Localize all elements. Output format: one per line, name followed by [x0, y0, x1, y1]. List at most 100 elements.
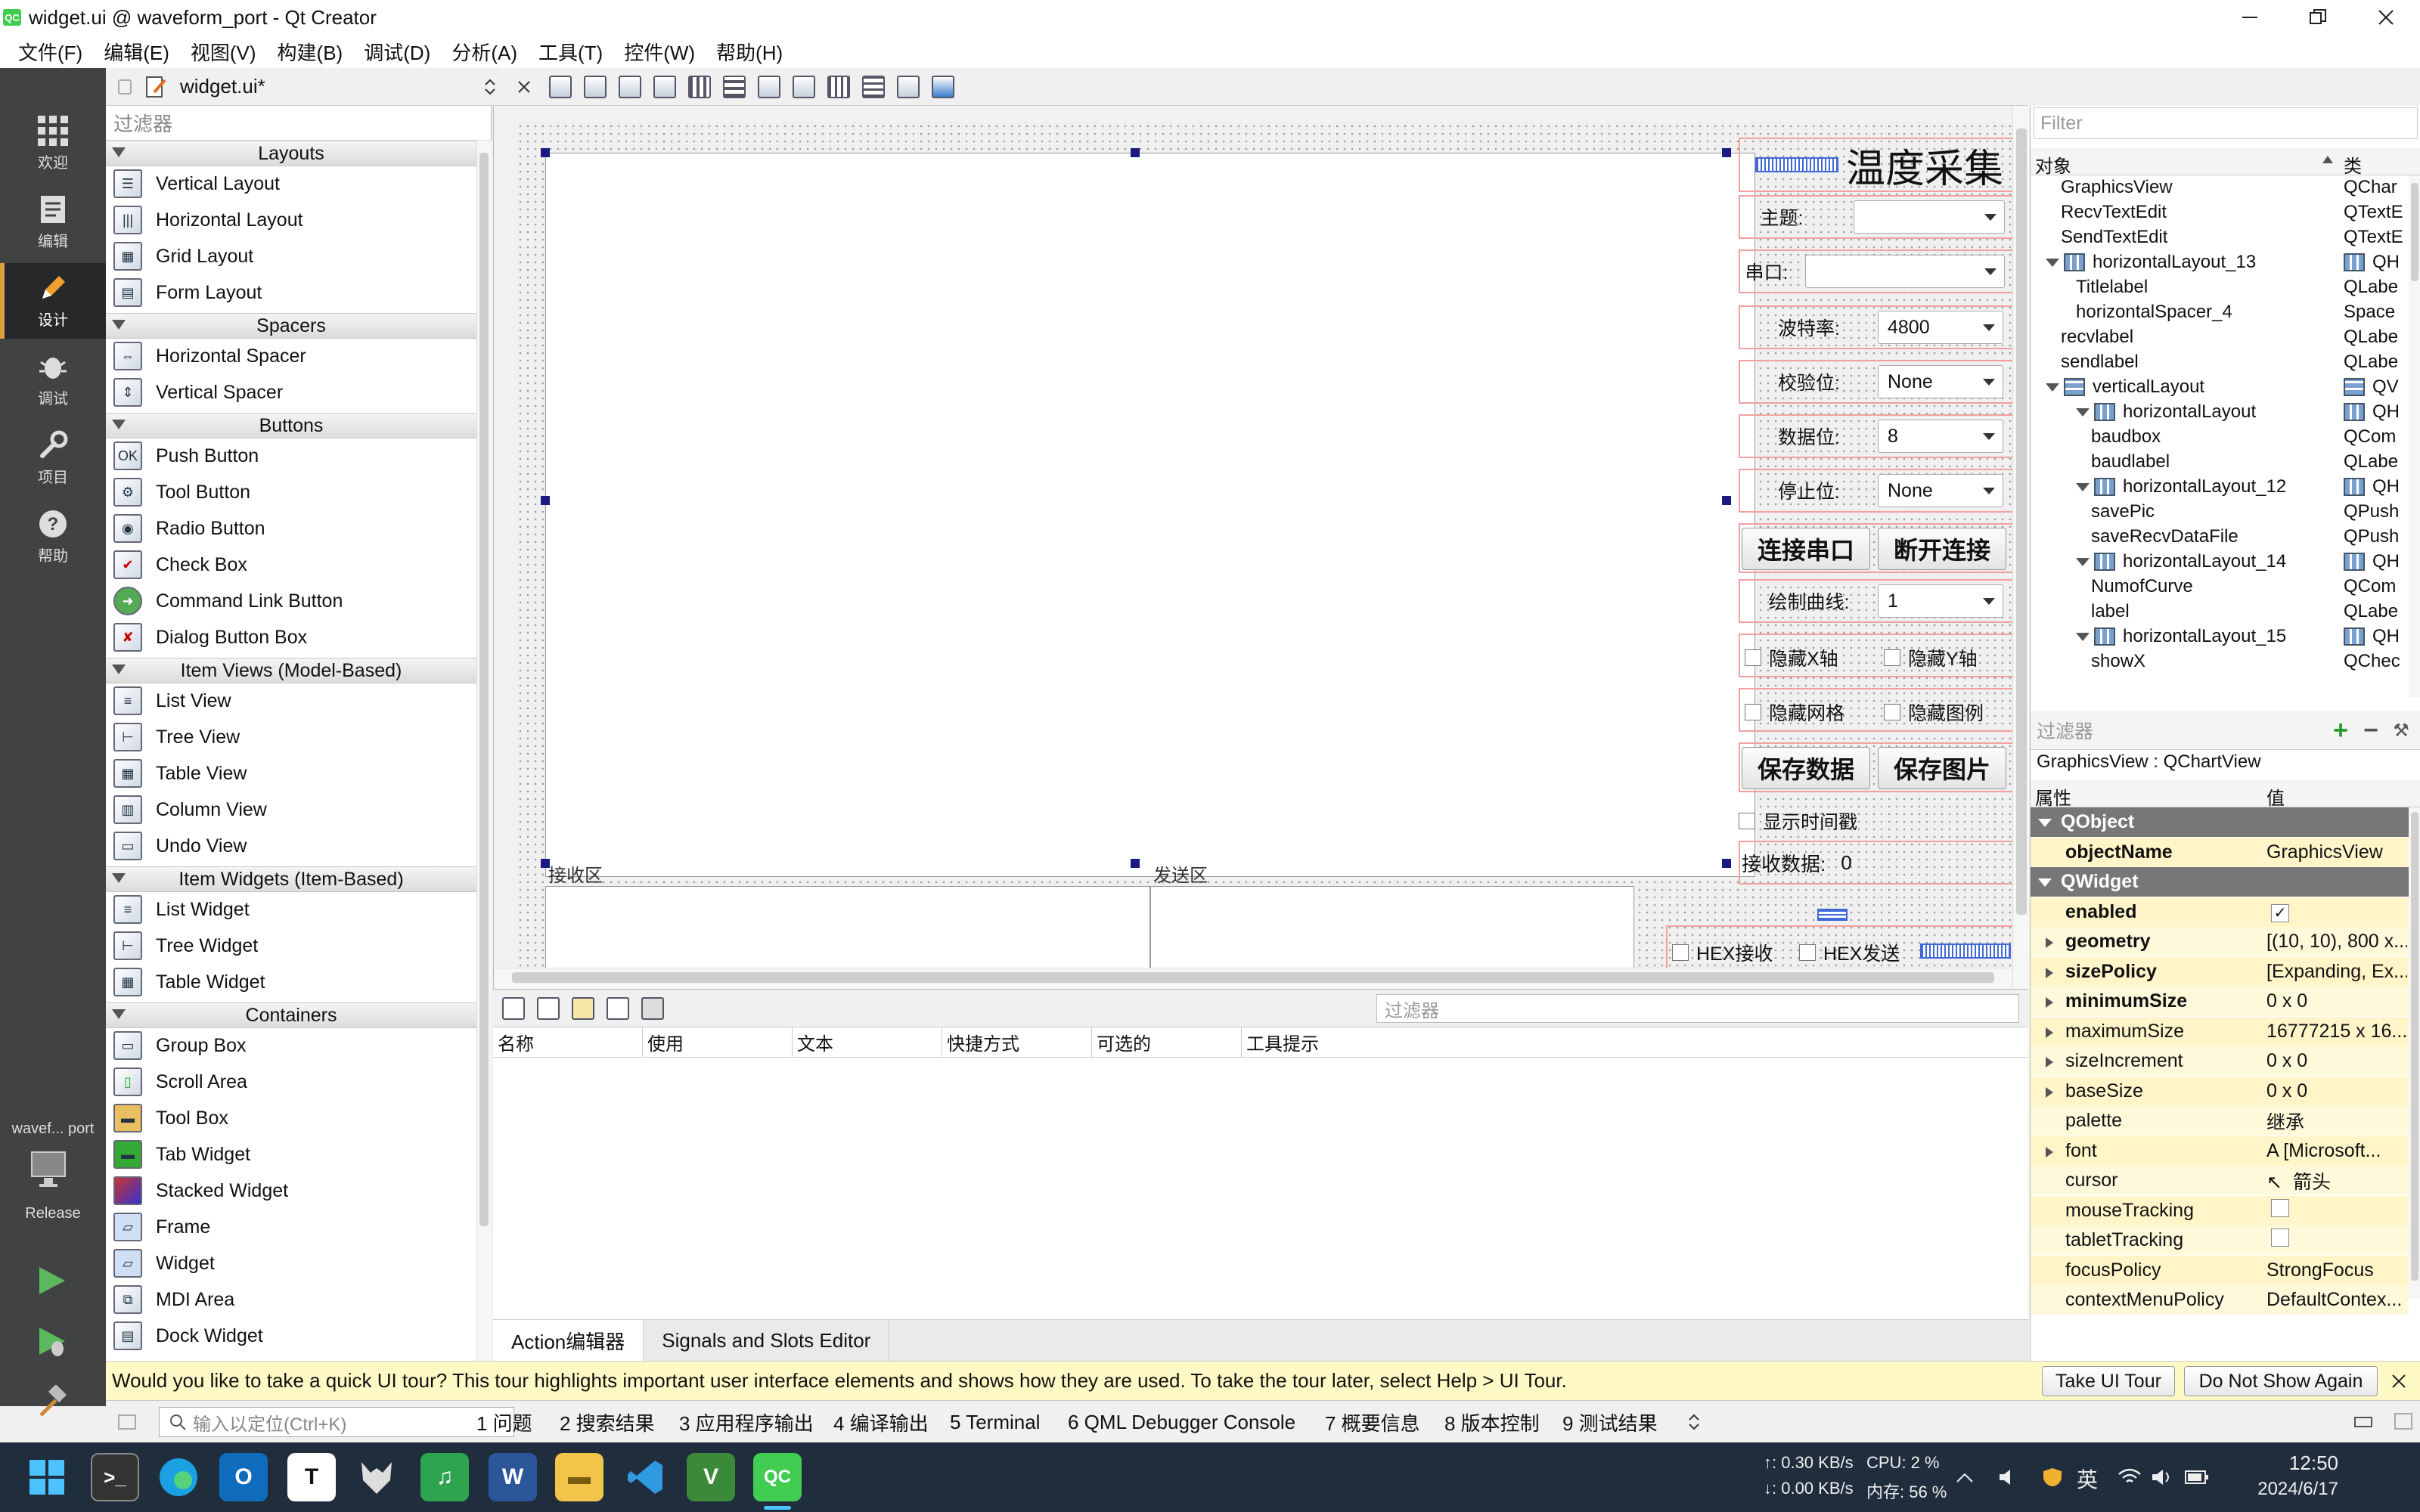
close-window-button[interactable]: [2352, 0, 2420, 35]
menu-debug[interactable]: 调试(D): [353, 38, 441, 66]
output-tab-application-output[interactable]: 3 应用程序输出: [679, 1407, 814, 1437]
fox-app[interactable]: [352, 1453, 401, 1501]
object-tree-row[interactable]: showX QChec: [2031, 649, 2409, 674]
property-value[interactable]: StrongFocus: [2266, 1259, 2407, 1281]
property-row[interactable]: sizeIncrement 0 x 0: [2031, 1046, 2409, 1077]
widget-vertical-layout[interactable]: ☰ Vertical Layout: [113, 166, 476, 201]
menu-widgets[interactable]: 控件(W): [613, 38, 706, 66]
property-row[interactable]: geometry [(10, 10), 800 x...: [2031, 927, 2409, 957]
stopbits-combo[interactable]: None: [1878, 474, 2003, 507]
column-header-property[interactable]: 属性: [2035, 783, 2071, 810]
widget-column-view[interactable]: ▥ Column View: [113, 792, 476, 827]
object-tree-row[interactable]: saveRecvDataFile QPush: [2031, 525, 2409, 549]
widget-tree-widget[interactable]: ⊢ Tree Widget: [113, 928, 476, 963]
property-value[interactable]: 继承: [2266, 1108, 2407, 1135]
object-tree-scrollbar[interactable]: [2409, 175, 2420, 697]
do-not-show-again-button[interactable]: Do Not Show Again: [2184, 1366, 2378, 1396]
object-tree-row[interactable]: baudlabel QLabe: [2031, 450, 2409, 474]
widget-horizontal-layout[interactable]: ||| Horizontal Layout: [113, 203, 476, 237]
expand-arrow-icon[interactable]: [2038, 819, 2052, 827]
object-tree-row[interactable]: NumofCurve QCom: [2031, 575, 2409, 599]
delete-action-icon[interactable]: [607, 996, 629, 1020]
toggle-sidebar-icon[interactable]: [118, 1414, 136, 1430]
take-ui-tour-button[interactable]: Take UI Tour: [2042, 1366, 2175, 1396]
edit-widgets-icon[interactable]: [549, 75, 572, 98]
expand-arrow-icon[interactable]: [2046, 1057, 2053, 1067]
toggle-right-sidebar-icon[interactable]: [2394, 1413, 2412, 1430]
hide-x-checkbox[interactable]: 隐藏X轴: [1745, 644, 1838, 671]
layout-form-icon[interactable]: [862, 75, 885, 98]
menu-view[interactable]: 视图(V): [180, 38, 267, 66]
object-tree-row[interactable]: SendTextEdit QTextE: [2031, 225, 2409, 249]
close-infobar-icon[interactable]: [2390, 1372, 2408, 1390]
widget-undo-view[interactable]: ▭ Undo View: [113, 829, 476, 863]
category-item-widgets[interactable]: Item Widgets (Item-Based): [106, 866, 476, 892]
column-header[interactable]: 快捷方式: [942, 1027, 1092, 1057]
property-value[interactable]: ✓: [2266, 901, 2407, 923]
layout-splitter-v-icon[interactable]: [793, 75, 815, 98]
remove-dynamic-property-icon[interactable]: −: [2359, 716, 2383, 745]
property-value[interactable]: [(10, 10), 800 x...: [2266, 931, 2407, 953]
outlook-app[interactable]: O: [219, 1453, 268, 1501]
property-row[interactable]: objectName GraphicsView: [2031, 837, 2409, 868]
category-spacers[interactable]: Spacers: [106, 313, 476, 339]
selection-handle[interactable]: [541, 496, 550, 505]
recv-text-edit[interactable]: [545, 886, 1150, 977]
parity-combo[interactable]: None: [1878, 365, 2003, 398]
column-header[interactable]: 文本: [793, 1027, 942, 1057]
property-value[interactable]: 16777215 x 16...: [2266, 1021, 2407, 1043]
expand-arrow-icon[interactable]: [2076, 633, 2090, 641]
updown-icon[interactable]: [482, 76, 498, 98]
output-tab-compile-output[interactable]: 4 编译输出: [833, 1407, 929, 1437]
property-value[interactable]: A [Microsoft...: [2266, 1140, 2407, 1162]
action-filter-input[interactable]: 过滤器: [1376, 994, 2019, 1023]
property-row[interactable]: baseSize 0 x 0: [2031, 1076, 2409, 1107]
hex-recv-checkbox[interactable]: HEX接收: [1672, 939, 1773, 966]
property-value[interactable]: 0 x 0: [2266, 1050, 2407, 1072]
edge-app[interactable]: [154, 1453, 203, 1501]
menu-build[interactable]: 构建(B): [267, 38, 354, 66]
output-tab-version-control[interactable]: 8 版本控制: [1444, 1407, 1540, 1437]
property-row[interactable]: enabled ✓: [2031, 897, 2409, 928]
word-app[interactable]: W: [489, 1453, 537, 1501]
scroll-thumb[interactable]: [2411, 183, 2418, 281]
editor-file-tab[interactable]: widget.ui*: [180, 75, 482, 98]
widget-check-box[interactable]: ✔ Check Box: [113, 547, 476, 582]
property-value[interactable]: GraphicsView: [2266, 841, 2407, 863]
widget-tool-box[interactable]: ▬ Tool Box: [113, 1101, 476, 1136]
show-timestamp-checkbox[interactable]: 显示时间戳: [1739, 807, 1857, 835]
hex-send-checkbox[interactable]: HEX发送: [1799, 939, 1900, 966]
widget-box-scrollbar[interactable]: [476, 141, 492, 1361]
property-checkbox[interactable]: ✓: [2271, 903, 2289, 922]
hide-legend-checkbox[interactable]: 隐藏图例: [1884, 699, 1984, 726]
configure-property-icon[interactable]: ⚒: [2389, 718, 2413, 742]
widget-push-button[interactable]: OK Push Button: [113, 438, 476, 473]
menu-edit[interactable]: 编辑(E): [93, 38, 180, 66]
object-tree-row[interactable]: verticalLayout QV: [2031, 375, 2409, 399]
security-shield-icon[interactable]: [2042, 1467, 2063, 1488]
qt-creator-app[interactable]: QC: [753, 1453, 802, 1501]
layout-grid-icon[interactable]: [827, 75, 850, 98]
typora-app[interactable]: T: [287, 1453, 336, 1501]
expand-arrow-icon[interactable]: [2076, 408, 2090, 417]
databits-combo[interactable]: 8: [1878, 420, 2003, 453]
property-scrollbar[interactable]: [2409, 807, 2420, 1299]
object-tree-row[interactable]: label QLabe: [2031, 600, 2409, 624]
property-value[interactable]: [2266, 1198, 2407, 1222]
widget-table-view[interactable]: ▦ Table View: [113, 756, 476, 791]
minimize-button[interactable]: [2216, 0, 2284, 35]
theme-combo[interactable]: [1854, 200, 2005, 234]
output-tab-issues[interactable]: 1 问题: [476, 1407, 532, 1437]
selection-handle[interactable]: [1131, 859, 1140, 868]
widget-widget[interactable]: ▱ Widget: [113, 1246, 476, 1281]
object-filter-input[interactable]: Filter: [2034, 107, 2418, 139]
widget-list-widget[interactable]: ≡ List Widget: [113, 892, 476, 927]
layout-horizontal-icon[interactable]: [688, 75, 711, 98]
widget-list-view[interactable]: ≡ List View: [113, 683, 476, 718]
clock-time[interactable]: 12:50: [2266, 1452, 2338, 1475]
property-group[interactable]: QWidget: [2031, 867, 2409, 897]
tab-action-editor[interactable]: Action编辑器: [493, 1320, 644, 1362]
terminal-app[interactable]: >_: [91, 1453, 139, 1501]
scroll-thumb[interactable]: [512, 972, 1994, 983]
widget-scroll-area[interactable]: ▯ Scroll Area: [113, 1064, 476, 1099]
